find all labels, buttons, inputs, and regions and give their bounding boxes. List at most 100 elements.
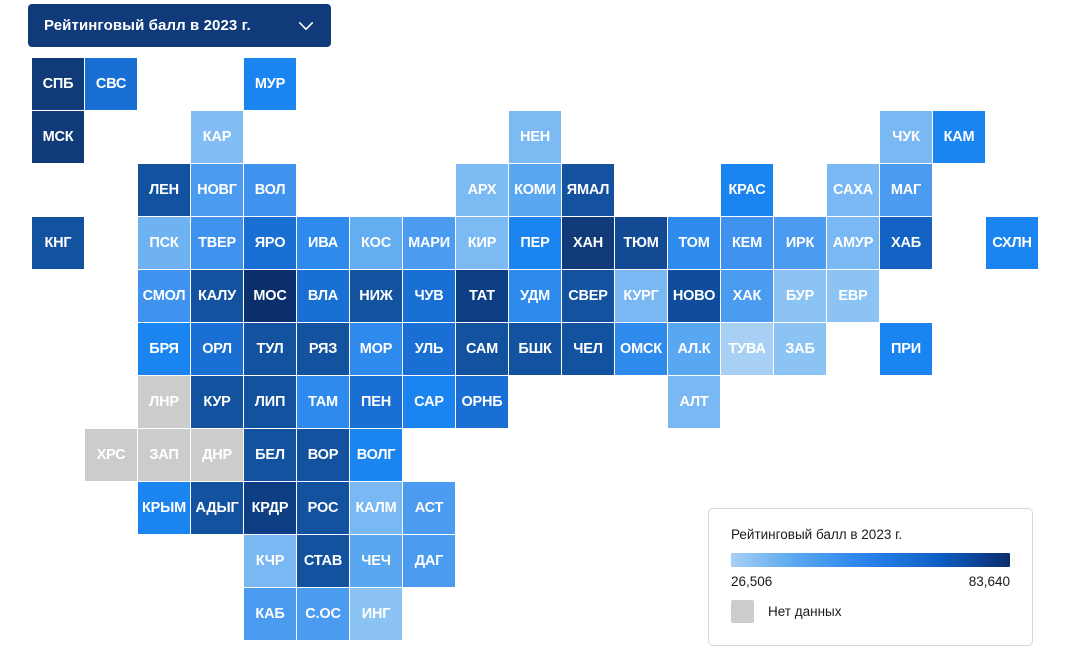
region-tile-бря[interactable]: БРЯ [138, 323, 190, 375]
region-tile-коми[interactable]: КОМИ [509, 164, 561, 216]
region-tile-чук[interactable]: ЧУК [880, 111, 932, 163]
region-tile-кнг[interactable]: КНГ [32, 217, 84, 269]
region-tile-ряз[interactable]: РЯЗ [297, 323, 349, 375]
region-tile-хан[interactable]: ХАН [562, 217, 614, 269]
region-tile-хак[interactable]: ХАК [721, 270, 773, 322]
region-tile-алк[interactable]: АЛ.К [668, 323, 720, 375]
region-tile-спб[interactable]: СПБ [32, 58, 84, 110]
region-tile-инг[interactable]: ИНГ [350, 588, 402, 640]
region-tile-пен[interactable]: ПЕН [350, 376, 402, 428]
region-tile-став[interactable]: СТАВ [297, 535, 349, 587]
region-tile-мор[interactable]: МОР [350, 323, 402, 375]
region-tile-заб[interactable]: ЗАБ [774, 323, 826, 375]
region-tile-кос[interactable]: КОС [350, 217, 402, 269]
region-tile-кем[interactable]: КЕМ [721, 217, 773, 269]
region-tile-label: БРЯ [149, 341, 179, 357]
region-tile-калм[interactable]: КАЛМ [350, 482, 402, 534]
region-tile-кур[interactable]: КУР [191, 376, 243, 428]
indicator-dropdown[interactable]: Рейтинговый балл в 2023 г. [28, 4, 331, 47]
region-tile-хрс[interactable]: ХРС [85, 429, 137, 481]
region-tile-новг[interactable]: НОВГ [191, 164, 243, 216]
region-tile-вла[interactable]: ВЛА [297, 270, 349, 322]
region-tile-при[interactable]: ПРИ [880, 323, 932, 375]
region-tile-адыг[interactable]: АДЫГ [191, 482, 243, 534]
region-tile-ниж[interactable]: НИЖ [350, 270, 402, 322]
region-tile-кам[interactable]: КАМ [933, 111, 985, 163]
region-tile-мск[interactable]: МСК [32, 111, 84, 163]
region-tile-аст[interactable]: АСТ [403, 482, 455, 534]
region-tile-кир[interactable]: КИР [456, 217, 508, 269]
region-tile-мур[interactable]: МУР [244, 58, 296, 110]
region-tile-саха[interactable]: САХА [827, 164, 879, 216]
region-tile-чеч[interactable]: ЧЕЧ [350, 535, 402, 587]
region-tile-вор[interactable]: ВОР [297, 429, 349, 481]
region-tile-тат[interactable]: ТАТ [456, 270, 508, 322]
region-tile-тува[interactable]: ТУВА [721, 323, 773, 375]
region-tile-схлн[interactable]: СХЛН [986, 217, 1038, 269]
region-tile-label: ВЛА [307, 288, 339, 304]
region-tile-лнр[interactable]: ЛНР [138, 376, 190, 428]
region-tile-кчр[interactable]: КЧР [244, 535, 296, 587]
region-tile-бел[interactable]: БЕЛ [244, 429, 296, 481]
region-tile-крдр[interactable]: КРДР [244, 482, 296, 534]
region-tile-арх[interactable]: АРХ [456, 164, 508, 216]
region-tile-крас[interactable]: КРАС [721, 164, 773, 216]
region-tile-вол[interactable]: ВОЛ [244, 164, 296, 216]
region-tile-даг[interactable]: ДАГ [403, 535, 455, 587]
region-tile-рос[interactable]: РОС [297, 482, 349, 534]
region-tile-уль[interactable]: УЛЬ [403, 323, 455, 375]
region-tile-сам[interactable]: САМ [456, 323, 508, 375]
region-tile-зап[interactable]: ЗАП [138, 429, 190, 481]
region-tile-нен[interactable]: НЕН [509, 111, 561, 163]
region-tile-орл[interactable]: ОРЛ [191, 323, 243, 375]
region-tile-чув[interactable]: ЧУВ [403, 270, 455, 322]
region-tile-крым[interactable]: КРЫМ [138, 482, 190, 534]
region-tile-днр[interactable]: ДНР [191, 429, 243, 481]
region-tile-label: ИВА [307, 235, 339, 251]
region-tile-сар[interactable]: САР [403, 376, 455, 428]
region-tile-удм[interactable]: УДМ [509, 270, 561, 322]
region-tile-label: КАЛУ [198, 288, 236, 304]
region-tile-сос[interactable]: С.ОС [297, 588, 349, 640]
region-tile-мос[interactable]: МОС [244, 270, 296, 322]
region-tile-яро[interactable]: ЯРО [244, 217, 296, 269]
region-tile-орнб[interactable]: ОРНБ [456, 376, 508, 428]
region-tile-калу[interactable]: КАЛУ [191, 270, 243, 322]
region-tile-label: ТОМ [678, 235, 710, 251]
region-tile-лип[interactable]: ЛИП [244, 376, 296, 428]
region-tile-свер[interactable]: СВЕР [562, 270, 614, 322]
region-tile-амур[interactable]: АМУР [827, 217, 879, 269]
region-tile-маг[interactable]: МАГ [880, 164, 932, 216]
region-tile-мари[interactable]: МАРИ [403, 217, 455, 269]
region-tile-ново[interactable]: НОВО [668, 270, 720, 322]
region-tile-бур[interactable]: БУР [774, 270, 826, 322]
region-tile-бшк[interactable]: БШК [509, 323, 561, 375]
region-tile-евр[interactable]: ЕВР [827, 270, 879, 322]
region-tile-ирк[interactable]: ИРК [774, 217, 826, 269]
region-tile-кург[interactable]: КУРГ [615, 270, 667, 322]
region-tile-label: ВОЛ [254, 182, 286, 198]
region-tile-каб[interactable]: КАБ [244, 588, 296, 640]
region-tile-label: ВОЛГ [356, 447, 396, 463]
region-tile-label: КРЫМ [142, 500, 186, 516]
region-tile-хаб[interactable]: ХАБ [880, 217, 932, 269]
region-tile-ямал[interactable]: ЯМАЛ [562, 164, 614, 216]
region-tile-пск[interactable]: ПСК [138, 217, 190, 269]
region-tile-label: ЯМАЛ [566, 182, 610, 198]
region-tile-лен[interactable]: ЛЕН [138, 164, 190, 216]
region-tile-label: АРХ [467, 182, 497, 198]
region-tile-алт[interactable]: АЛТ [668, 376, 720, 428]
region-tile-ива[interactable]: ИВА [297, 217, 349, 269]
region-tile-тюм[interactable]: ТЮМ [615, 217, 667, 269]
region-tile-там[interactable]: ТАМ [297, 376, 349, 428]
region-tile-тул[interactable]: ТУЛ [244, 323, 296, 375]
region-tile-смол[interactable]: СМОЛ [138, 270, 190, 322]
region-tile-волг[interactable]: ВОЛГ [350, 429, 402, 481]
region-tile-том[interactable]: ТОМ [668, 217, 720, 269]
region-tile-чел[interactable]: ЧЕЛ [562, 323, 614, 375]
region-tile-омск[interactable]: ОМСК [615, 323, 667, 375]
region-tile-пер[interactable]: ПЕР [509, 217, 561, 269]
region-tile-свс[interactable]: СВС [85, 58, 137, 110]
region-tile-твер[interactable]: ТВЕР [191, 217, 243, 269]
region-tile-кар[interactable]: КАР [191, 111, 243, 163]
